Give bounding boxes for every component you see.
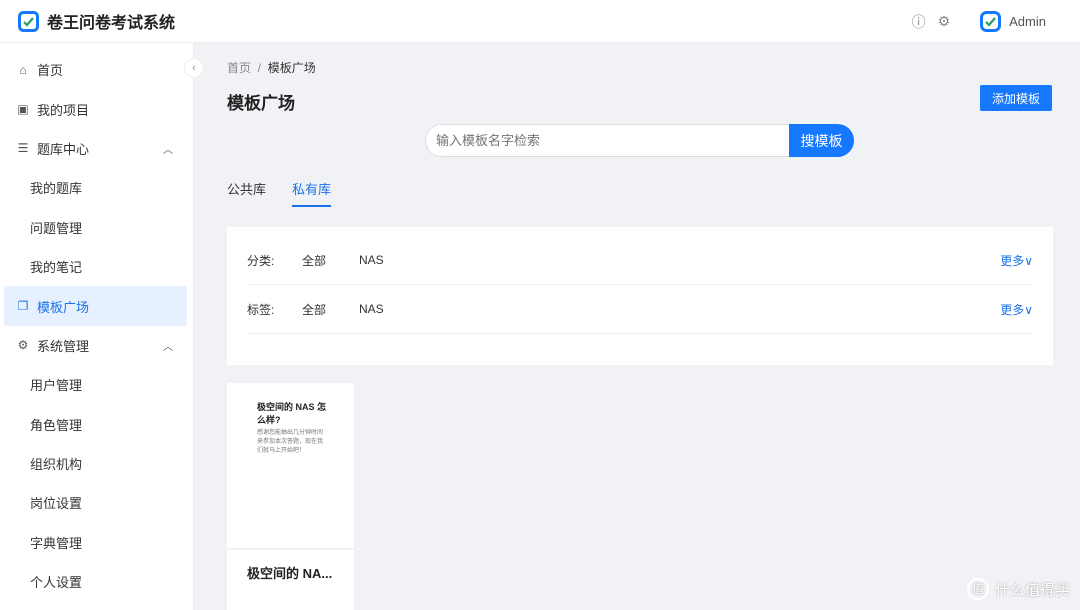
- filter-label: 分类:: [247, 252, 302, 269]
- breadcrumb-home[interactable]: 首页: [227, 61, 251, 75]
- filter-panel: 分类: 全部 NAS 更多∨ 标签: 全部 NAS 更多∨: [227, 227, 1053, 365]
- app-logo[interactable]: 卷王问卷考试系统: [18, 9, 175, 33]
- watermark-logo-icon: 值: [967, 578, 989, 600]
- gear-icon[interactable]: ⚙: [938, 13, 951, 30]
- top-header: 卷王问卷考试系统 ⓘ ⚙ Admin: [0, 0, 1080, 43]
- more-button[interactable]: 更多∨: [1000, 301, 1033, 318]
- filter-option-nas[interactable]: NAS: [359, 253, 416, 267]
- sidebar-item-label: 问题管理: [30, 218, 82, 237]
- add-template-button[interactable]: 添加模板: [980, 85, 1052, 111]
- main-content: 首页 / 模板广场 模板广场 添加模板 搜模板 公共库 私有库 分类: 全部 N…: [194, 43, 1080, 610]
- more-button[interactable]: 更多∨: [1000, 252, 1033, 269]
- user-menu[interactable]: Admin: [980, 11, 1046, 32]
- template-card[interactable]: 极空间的 NAS 怎么样? 感谢您能抽出几分钟时间来参加本次答题，现在我们就马上…: [227, 383, 354, 610]
- sidebar-item-label: 字典管理: [30, 533, 82, 552]
- sidebar-item-label: 我的题库: [30, 178, 82, 197]
- breadcrumb: 首页 / 模板广场: [227, 59, 316, 76]
- sidebar-item-label: 个人设置: [30, 572, 82, 591]
- template-name: 极空间的 NA...: [227, 550, 354, 595]
- sidebar-item-template-square[interactable]: ❐ 模板广场: [4, 286, 187, 325]
- sidebar-item-profile[interactable]: 个人设置: [0, 562, 193, 601]
- app-title: 卷王问卷考试系统: [47, 9, 175, 33]
- preview-description: 感谢您能抽出几分钟时间来参加本次答题，现在我们就马上开始吧！: [257, 429, 328, 456]
- sidebar-item-my-bank[interactable]: 我的题库: [0, 168, 193, 207]
- filter-category: 分类: 全部 NAS 更多∨: [247, 236, 1033, 285]
- sidebar-item-label: 角色管理: [30, 415, 82, 434]
- chevron-down-icon: ∨: [1024, 303, 1033, 317]
- chevron-up-icon: ︿: [163, 338, 173, 353]
- filter-option-all[interactable]: 全部: [302, 301, 359, 318]
- search-input[interactable]: [425, 124, 789, 157]
- sidebar-item-home[interactable]: ⌂ 首页: [0, 50, 193, 89]
- library-tabs: 公共库 私有库: [227, 179, 331, 207]
- home-icon: ⌂: [16, 63, 30, 77]
- avatar: [980, 11, 1001, 32]
- breadcrumb-current: 模板广场: [268, 61, 316, 75]
- search-bar: 搜模板: [425, 124, 854, 157]
- template-preview: 极空间的 NAS 怎么样? 感谢您能抽出几分钟时间来参加本次答题，现在我们就马上…: [227, 383, 354, 548]
- list-icon: ☰: [16, 141, 30, 155]
- sidebar: ⌂ 首页 ▣ 我的项目 ☰ 题库中心 ︿ 我的题库 问题管理 我的笔记 ❐ 模板广场 ⚙ 系…: [0, 43, 194, 610]
- sidebar-item-posts[interactable]: 岗位设置: [0, 483, 193, 522]
- more-label: 更多: [1000, 254, 1024, 268]
- logo-icon: [18, 11, 39, 32]
- template-icon: ❐: [16, 299, 30, 313]
- sidebar-item-label: 用户管理: [30, 375, 82, 394]
- project-icon: ▣: [16, 102, 30, 116]
- preview-title: 极空间的 NAS 怎么样?: [257, 401, 328, 427]
- gear-icon: ⚙: [16, 338, 30, 352]
- sidebar-item-label: 岗位设置: [30, 493, 82, 512]
- sidebar-item-org[interactable]: 组织机构: [0, 444, 193, 483]
- page-title: 模板广场: [227, 89, 295, 114]
- sidebar-item-label: 首页: [37, 60, 63, 79]
- filter-label: 标签:: [247, 301, 302, 318]
- more-label: 更多: [1000, 303, 1024, 317]
- sidebar-item-users[interactable]: 用户管理: [0, 365, 193, 404]
- sidebar-item-question-manage[interactable]: 问题管理: [0, 208, 193, 247]
- sidebar-item-my-notes[interactable]: 我的笔记: [0, 247, 193, 286]
- sidebar-item-question-bank[interactable]: ☰ 题库中心 ︿: [0, 129, 193, 168]
- sidebar-item-label: 我的项目: [37, 100, 89, 119]
- sidebar-item-label: 系统管理: [37, 336, 89, 355]
- user-name: Admin: [1009, 14, 1046, 29]
- sidebar-item-label: 我的笔记: [30, 257, 82, 276]
- watermark-text: 什么值得买: [995, 579, 1070, 600]
- chevron-up-icon: ︿: [163, 141, 173, 156]
- sidebar-item-label: 题库中心: [37, 139, 89, 158]
- watermark: 值什么值得买: [967, 578, 1070, 600]
- sidebar-item-roles[interactable]: 角色管理: [0, 405, 193, 444]
- filter-option-nas[interactable]: NAS: [359, 302, 416, 316]
- tab-public[interactable]: 公共库: [227, 179, 266, 207]
- help-icon[interactable]: ⓘ: [912, 12, 926, 32]
- sidebar-item-system[interactable]: ⚙ 系统管理 ︿: [0, 326, 193, 365]
- chevron-down-icon: ∨: [1024, 254, 1033, 268]
- sidebar-item-label: 组织机构: [30, 454, 82, 473]
- search-button[interactable]: 搜模板: [789, 124, 854, 157]
- sidebar-item-my-projects[interactable]: ▣ 我的项目: [0, 89, 193, 128]
- filter-option-all[interactable]: 全部: [302, 252, 359, 269]
- filter-tag: 标签: 全部 NAS 更多∨: [247, 285, 1033, 334]
- sidebar-item-label: 模板广场: [37, 297, 89, 316]
- tab-private[interactable]: 私有库: [292, 179, 331, 207]
- sidebar-item-dict[interactable]: 字典管理: [0, 523, 193, 562]
